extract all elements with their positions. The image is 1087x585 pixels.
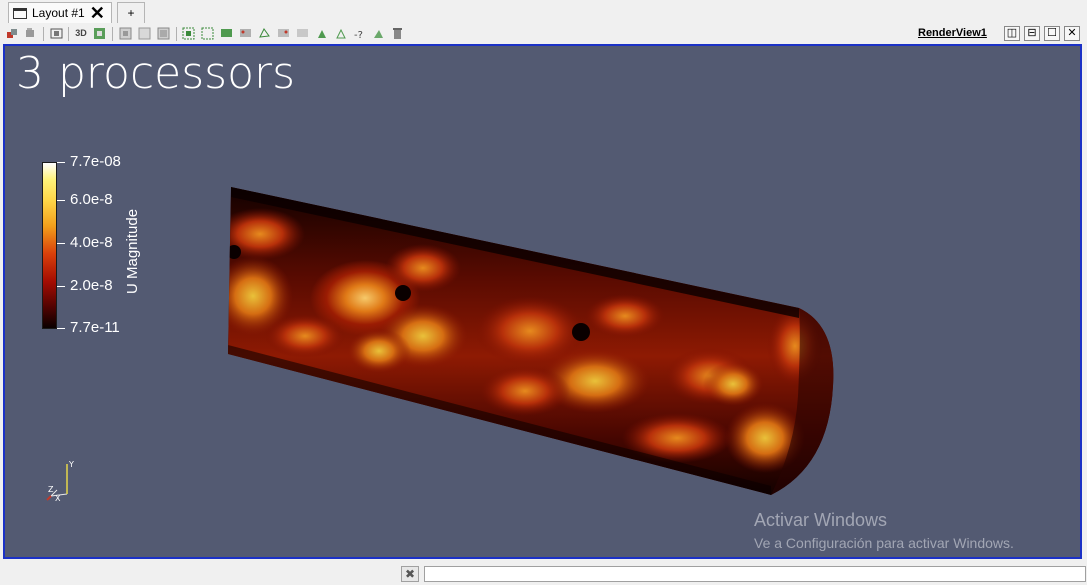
orientation-axes: Y Z X: [46, 460, 74, 503]
legend-label: 6.0e-8: [70, 191, 113, 208]
select-frustum-cells-icon[interactable]: [157, 27, 170, 40]
toolbar-separator: [68, 27, 69, 41]
camera-undo-icon[interactable]: [24, 27, 37, 40]
grow-selection-icon[interactable]: [316, 27, 329, 40]
window-icon: [13, 7, 27, 19]
select-polygon-icon[interactable]: [258, 27, 271, 40]
3d-toggle-button[interactable]: 3D: [73, 27, 89, 40]
add-tab-button[interactable]: +: [117, 2, 145, 23]
legend-tick: [57, 328, 65, 329]
query-selection-icon[interactable]: -?: [353, 27, 366, 40]
select-block-icon[interactable]: [201, 27, 214, 40]
render-view-name[interactable]: RenderView1: [918, 27, 987, 39]
interactive-select-cells-icon[interactable]: [220, 27, 233, 40]
legend-tick: [57, 200, 65, 201]
interactive-select-points-icon[interactable]: [239, 27, 252, 40]
processors-text-annotation: 3 processors: [16, 48, 295, 99]
interaction-mode-icon[interactable]: [93, 27, 106, 40]
toolbar-separator: [176, 27, 177, 41]
select-surface-cells-icon[interactable]: [119, 27, 132, 40]
svg-text:-?: -?: [354, 30, 363, 40]
legend-tick: [57, 286, 65, 287]
clear-selection-icon[interactable]: [391, 27, 404, 40]
shrink-selection-icon[interactable]: [335, 27, 348, 40]
bottom-bar: ✖: [0, 562, 1087, 585]
select-surface-points-icon[interactable]: [138, 27, 151, 40]
extract-selection-icon[interactable]: [372, 27, 385, 40]
legend-label: 4.0e-8: [70, 234, 113, 251]
legend-label-max: 7.7e-08: [70, 153, 121, 170]
cylinder-surface: [228, 187, 834, 495]
layout-tab-bar: Layout #1 ✕ +: [0, 0, 1087, 25]
color-legend-bar: [42, 162, 57, 329]
tab-layout-label: Layout #1: [32, 6, 85, 20]
split-horizontal-button[interactable]: ◫: [1004, 26, 1020, 41]
legend-label: 2.0e-8: [70, 277, 113, 294]
split-vertical-button[interactable]: ⊟: [1024, 26, 1040, 41]
legend-tick: [57, 162, 65, 163]
hover-points-icon[interactable]: [277, 27, 290, 40]
select-frustum-points-icon[interactable]: [182, 27, 195, 40]
axis-y-label: Y: [68, 460, 74, 469]
axis-z-label: Z: [48, 485, 54, 494]
legend-tick: [57, 243, 65, 244]
maximize-view-button[interactable]: ☐: [1044, 26, 1060, 41]
tab-layout-1[interactable]: Layout #1 ✕: [8, 2, 112, 23]
windows-activation-subtitle: Ve a Configuración para activar Windows.: [754, 535, 1014, 551]
add-tab-label: +: [127, 6, 135, 20]
render-view-toolbar: 3D -? RenderView1 ◫ ⊟ ☐ ✕: [0, 24, 1087, 44]
windows-activation-title: Activar Windows: [754, 510, 888, 530]
render-view[interactable]: 3 processors 7.7e-08 6.0e-8 4.0e-8 2.0e-…: [3, 44, 1082, 559]
bottom-input-field[interactable]: [424, 566, 1086, 582]
toolbar-separator: [112, 27, 113, 41]
axis-x-label: X: [55, 494, 61, 503]
toolbar-separator: [43, 27, 44, 41]
close-tab-icon[interactable]: ✕: [90, 4, 105, 22]
legend-title: U Magnitude: [124, 208, 141, 294]
capture-icon[interactable]: [50, 27, 63, 40]
close-view-button[interactable]: ✕: [1064, 26, 1080, 41]
clear-close-button[interactable]: ✖: [401, 566, 419, 582]
hover-cells-icon[interactable]: [296, 27, 309, 40]
legend-label-min: 7.7e-11: [70, 319, 120, 336]
camera-link-icon[interactable]: [6, 27, 19, 40]
